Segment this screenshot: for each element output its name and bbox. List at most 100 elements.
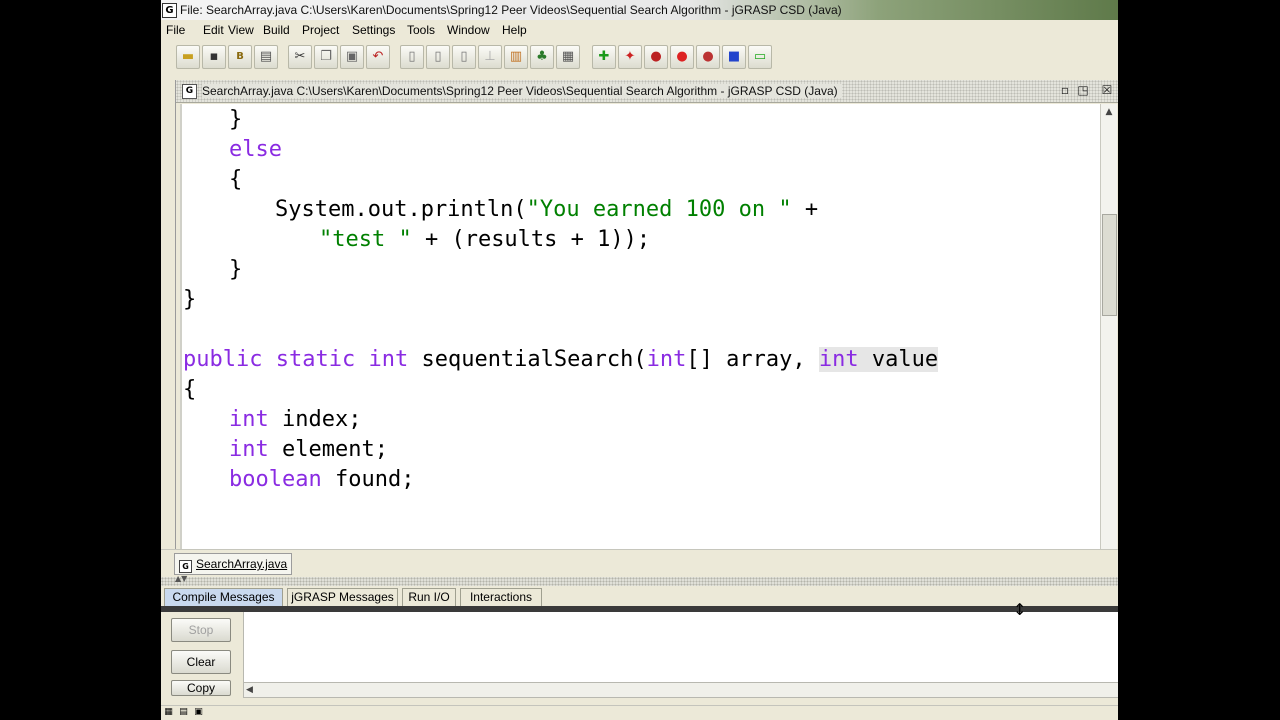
file-tab-searcharray[interactable]: G SearchArray.java bbox=[174, 553, 293, 575]
code-token: static bbox=[275, 347, 356, 372]
clear-button[interactable]: Clear bbox=[171, 650, 231, 674]
pin-icon[interactable]: ⊥ bbox=[478, 45, 502, 69]
chart-icon[interactable]: ▥ bbox=[504, 45, 528, 69]
document-icon[interactable]: ▯ bbox=[426, 45, 450, 69]
window-icon[interactable]: ▣ bbox=[193, 707, 204, 718]
compile-plus-icon[interactable]: ✚ bbox=[592, 45, 616, 69]
code-token: int bbox=[818, 347, 859, 372]
bug-step-icon[interactable]: ● bbox=[696, 45, 720, 69]
maximize-icon[interactable]: ◳ bbox=[1076, 83, 1090, 97]
code-line: "test " + (results + 1)); bbox=[319, 225, 650, 255]
code-token: boolean bbox=[229, 467, 322, 492]
message-horizontal-scrollbar[interactable]: ◀ bbox=[243, 682, 1118, 698]
cut-icon[interactable]: ✂ bbox=[288, 45, 312, 69]
code-token: int bbox=[229, 407, 269, 432]
code-token: index; bbox=[268, 407, 362, 432]
collapse-arrows-icon[interactable]: ▲▼ bbox=[175, 574, 187, 583]
apple-icon[interactable]: ● bbox=[670, 45, 694, 69]
code-token: public bbox=[183, 347, 263, 372]
code-token: System.out.println( bbox=[275, 197, 527, 222]
message-pane: Stop Clear Copy ◀ bbox=[161, 612, 1118, 708]
java-file-icon: G bbox=[179, 560, 192, 573]
status-bar: ▦ ▤ ▣ bbox=[161, 705, 1118, 720]
print-icon[interactable]: ▤ bbox=[254, 45, 278, 69]
list-icon[interactable]: ▤ bbox=[178, 707, 189, 718]
menu-project[interactable]: Project bbox=[302, 23, 339, 37]
toolbar: ▬ ▪ B ▤ ✂ ❐ ▣ ↶ ▯ ▯ ▯ ⊥ ▥ ♣ ▦ ✚ ✦ ● ● ● … bbox=[161, 42, 1118, 72]
code-line: } bbox=[229, 255, 242, 285]
code-line: public static int sequentialSearch(int[]… bbox=[183, 345, 939, 375]
document-icon[interactable]: ▯ bbox=[400, 45, 424, 69]
code-token: + bbox=[791, 197, 819, 222]
menu-view[interactable]: View bbox=[228, 23, 254, 37]
code-token: + (results + 1)); bbox=[411, 227, 651, 252]
editor-frame-title: SearchArray.java C:\Users\Karen\Document… bbox=[202, 84, 842, 98]
code-token: else bbox=[229, 137, 282, 162]
editor-frame-titlebar[interactable]: G SearchArray.java C:\Users\Karen\Docume… bbox=[176, 80, 1118, 103]
code-token: } bbox=[229, 107, 243, 132]
window-titlebar[interactable]: G File: SearchArray.java C:\Users\Karen\… bbox=[161, 0, 1118, 20]
split-divider[interactable]: ▲▼ bbox=[161, 574, 1118, 586]
stop-button[interactable]: Stop bbox=[171, 618, 231, 642]
backup-icon[interactable]: B bbox=[228, 45, 252, 69]
menu-tools[interactable]: Tools bbox=[407, 23, 435, 37]
copy-button[interactable]: Copy bbox=[171, 680, 231, 696]
open-folder-icon[interactable]: ▬ bbox=[176, 45, 200, 69]
menu-help[interactable]: Help bbox=[502, 23, 527, 37]
undo-icon[interactable]: ↶ bbox=[366, 45, 390, 69]
code-token: int bbox=[229, 437, 269, 462]
restore-icon[interactable]: ▫ bbox=[1058, 83, 1072, 97]
book-icon[interactable]: ▦ bbox=[556, 45, 580, 69]
save-icon[interactable]: ▪ bbox=[202, 45, 226, 69]
scroll-up-icon[interactable]: ▲ bbox=[1101, 104, 1117, 120]
scroll-left-icon[interactable]: ◀ bbox=[246, 683, 253, 697]
menu-file[interactable]: File bbox=[166, 23, 185, 37]
jgrasp-window: G File: SearchArray.java C:\Users\Karen\… bbox=[161, 0, 1118, 720]
jgrasp-app-icon: G bbox=[162, 3, 177, 18]
editor-vertical-scrollbar[interactable]: ▲ bbox=[1100, 104, 1117, 549]
bug-icon[interactable]: ● bbox=[644, 45, 668, 69]
code-editor[interactable]: } else { System.out.println("You earned 100… bbox=[180, 104, 1103, 549]
scrollbar-thumb[interactable] bbox=[1102, 214, 1117, 316]
run-figure-icon[interactable]: ✦ bbox=[618, 45, 642, 69]
tab-compile-messages[interactable]: Compile Messages bbox=[164, 588, 283, 606]
menu-edit[interactable]: Edit bbox=[203, 23, 224, 37]
code-token: } bbox=[183, 287, 197, 312]
code-line: { bbox=[229, 165, 242, 195]
code-token: found; bbox=[321, 467, 415, 492]
menu-window[interactable]: Window bbox=[447, 23, 490, 37]
tab-run-io[interactable]: Run I/O bbox=[402, 588, 456, 606]
code-line: { bbox=[183, 375, 196, 405]
tab-jgrasp-messages[interactable]: jGRASP Messages bbox=[287, 588, 398, 606]
code-line: int index; bbox=[229, 405, 361, 435]
copy-icon[interactable]: ❐ bbox=[314, 45, 338, 69]
tree-icon[interactable]: ♣ bbox=[530, 45, 554, 69]
close-icon[interactable]: ☒ bbox=[1100, 83, 1114, 97]
code-token: int bbox=[646, 347, 687, 372]
code-line: int element; bbox=[229, 435, 388, 465]
code-token: "test " bbox=[319, 227, 412, 252]
tab-interactions[interactable]: Interactions bbox=[460, 588, 542, 606]
display-icon[interactable]: ▭ bbox=[748, 45, 772, 69]
code-token: { bbox=[183, 377, 197, 402]
file-tab-bar: G SearchArray.java bbox=[161, 549, 1118, 578]
compile-messages-output[interactable] bbox=[243, 612, 1118, 682]
code-token: sequentialSearch( bbox=[408, 347, 647, 372]
paste-icon[interactable]: ▣ bbox=[340, 45, 364, 69]
document-icon[interactable]: ▯ bbox=[452, 45, 476, 69]
code-token: int bbox=[368, 347, 409, 372]
resize-cursor-icon: ↕ bbox=[1013, 600, 1027, 619]
code-line: System.out.println("You earned 100 on " … bbox=[275, 195, 818, 225]
tile-icon[interactable]: ▦ bbox=[163, 707, 174, 718]
menu-settings[interactable]: Settings bbox=[352, 23, 395, 37]
code-token: value bbox=[858, 347, 939, 372]
stop-square-icon[interactable]: ■ bbox=[722, 45, 746, 69]
menu-build[interactable]: Build bbox=[263, 23, 290, 37]
code-token: element; bbox=[268, 437, 388, 462]
code-line: } bbox=[183, 285, 196, 315]
file-tab-label: SearchArray.java bbox=[196, 557, 288, 571]
code-line: boolean found; bbox=[229, 465, 414, 495]
code-token: "You earned 100 on " bbox=[526, 197, 792, 222]
